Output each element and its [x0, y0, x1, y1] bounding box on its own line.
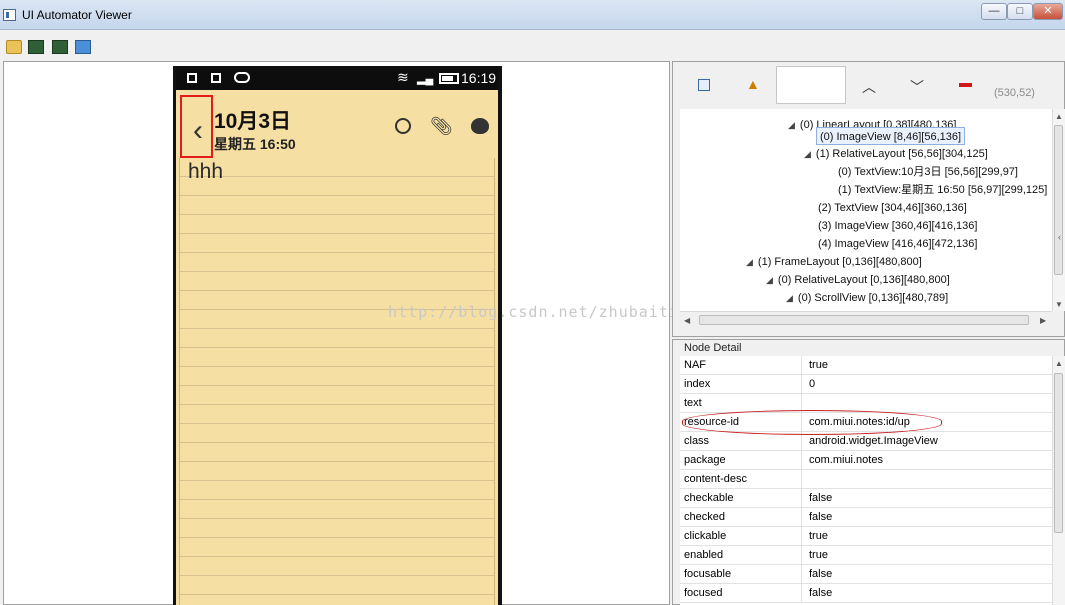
status-time: 16:19 — [461, 70, 497, 86]
device-screenshot-icon[interactable] — [28, 40, 44, 54]
tree-node[interactable]: (1) TextView:星期五 16:50 [56,97][299,125] — [838, 181, 1047, 199]
scroll-up-arrow-icon[interactable]: ▲ — [1055, 359, 1063, 368]
detail-row[interactable]: clickable true — [680, 527, 1052, 546]
scroll-right-arrow-icon[interactable]: ▶ — [1040, 316, 1046, 325]
detail-row[interactable]: NAF true — [680, 356, 1052, 375]
note-header: ‹ 10月3日 星期五 16:50 📎︎ — [176, 90, 498, 158]
expand-all-icon[interactable] — [698, 79, 710, 91]
watermark-text: http://blog.csdn.net/zhubaitian — [388, 303, 699, 321]
detail-row[interactable]: index 0 — [680, 375, 1052, 394]
node-detail-title: Node Detail — [684, 342, 742, 354]
battery-icon — [439, 73, 459, 84]
note-text: hhh — [188, 160, 224, 183]
paperclip-icon[interactable]: 📎︎ — [430, 116, 453, 137]
scroll-down-arrow-icon[interactable]: ▼ — [1055, 300, 1063, 309]
main-toolbar — [0, 31, 1065, 61]
signal-icon: ▂▄ — [417, 73, 434, 85]
window-title: UI Automator Viewer — [22, 8, 132, 22]
warning-icon[interactable]: ▲ — [746, 76, 760, 92]
node-detail-table[interactable]: NAF true index 0 text resource-id com.miui.… — [680, 356, 1052, 605]
detail-row[interactable]: package com.miui.notes — [680, 451, 1052, 470]
scroll-up-arrow-icon[interactable]: ▲ — [1055, 112, 1063, 121]
tree-node[interactable]: (4) ImageView [416,46][472,136] — [818, 235, 977, 253]
title-bar: UI Automator Viewer — □ ✕ — [0, 0, 1065, 30]
tree-node[interactable]: ◢ (1) RelativeLayout [56,56][304,125] — [804, 145, 988, 163]
collapse-triangle-icon[interactable]: ◢ — [788, 120, 795, 130]
search-input[interactable] — [776, 66, 846, 104]
open-folder-icon[interactable] — [6, 40, 22, 54]
tree-horizontal-scroll-thumb[interactable] — [699, 315, 1029, 325]
close-button[interactable]: ✕ — [1033, 3, 1063, 20]
collapse-triangle-icon[interactable]: ◢ — [786, 293, 793, 303]
detail-row[interactable]: checked false — [680, 508, 1052, 527]
detail-row[interactable]: enabled true — [680, 546, 1052, 565]
tree-node[interactable]: (0) TextView:10月3日 [56,56][299,97] — [838, 163, 1018, 181]
alarm-clock-icon[interactable] — [395, 118, 411, 134]
device-screenshot-compressed-icon[interactable] — [52, 40, 68, 54]
clear-search-icon[interactable] — [959, 83, 972, 87]
collapse-triangle-icon[interactable]: ◢ — [804, 149, 811, 159]
tree-node[interactable]: (3) ImageView [360,46][416,136] — [818, 217, 977, 235]
previous-result-icon[interactable]: ︿ — [862, 77, 876, 97]
cloud-icon — [234, 72, 250, 83]
note-weekday-time: 星期五 16:50 — [214, 136, 296, 152]
detail-row[interactable]: class android.widget.ImageView — [680, 432, 1052, 451]
note-body[interactable]: hhh — [179, 158, 495, 605]
selected-node-highlight[interactable]: ‹ — [180, 95, 213, 158]
status-bar: ≋ ▂▄ 16:19 — [176, 66, 498, 90]
back-chevron-icon: ‹ — [193, 114, 203, 147]
tree-vertical-scroll-thumb[interactable] — [1054, 125, 1063, 275]
scroll-left-arrow-icon[interactable]: ◀ — [684, 316, 690, 325]
palette-icon[interactable] — [471, 118, 489, 134]
app-icon — [3, 9, 16, 21]
detail-vertical-scroll-thumb[interactable] — [1054, 373, 1063, 533]
tree-node[interactable]: ◢ (0) RelativeLayout [0,136][480,800] — [766, 271, 950, 289]
maximize-button[interactable]: □ — [1007, 3, 1033, 20]
qr-notification-icon — [187, 73, 197, 83]
collapse-triangle-icon[interactable]: ◢ — [746, 257, 753, 267]
tree-node[interactable]: ◢ (1) FrameLayout [0,136][480,800] — [746, 253, 922, 271]
resource-id-highlight-oval — [682, 410, 942, 435]
wifi-icon: ≋ — [397, 69, 409, 85]
pane-edge-arrow-icon[interactable]: ‹ — [1058, 232, 1061, 242]
detail-row[interactable]: focusable false — [680, 565, 1052, 584]
detail-row[interactable]: checkable false — [680, 489, 1052, 508]
app-window: UI Automator Viewer — □ ✕ ≋ ▂▄ 16:19 ‹ 1… — [0, 0, 1065, 605]
next-result-icon[interactable]: ﹀ — [910, 77, 924, 97]
collapse-triangle-icon[interactable]: ◢ — [766, 275, 773, 285]
save-icon[interactable] — [75, 40, 91, 54]
coordinate-counter: (530,52) — [994, 87, 1035, 99]
tree-node-selected[interactable]: (0) ImageView [8,46][56,136] — [816, 127, 966, 145]
detail-row[interactable]: content-desc — [680, 470, 1052, 489]
tree-node[interactable]: (2) TextView [304,46][360,136] — [818, 199, 967, 217]
hierarchy-tree[interactable]: ◢ (0) LinearLayout [0,38][480,136] (0) Im… — [680, 109, 1052, 311]
qr-notification-icon — [211, 73, 221, 83]
tree-node[interactable]: ◢ (0) ScrollView [0,136][480,789] — [786, 289, 948, 307]
device-screenshot[interactable]: ≋ ▂▄ 16:19 ‹ 10月3日 星期五 16:50 📎︎ hhh — [173, 66, 502, 605]
note-date: 10月3日 — [214, 110, 292, 133]
minimize-button[interactable]: — — [981, 3, 1007, 20]
detail-row[interactable]: focused false — [680, 584, 1052, 603]
